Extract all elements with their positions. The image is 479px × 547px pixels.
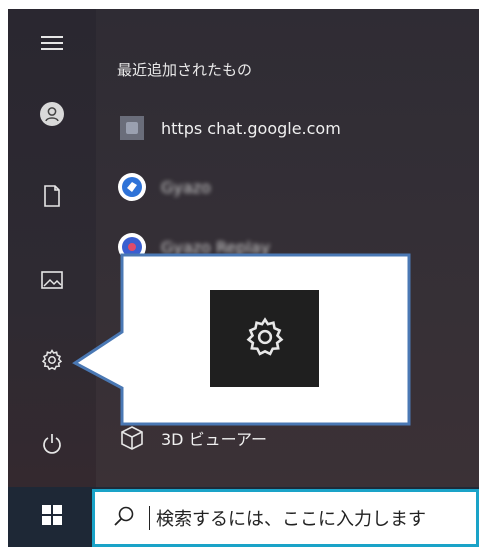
search-icon — [113, 505, 135, 531]
search-placeholder: 検索するには、ここに入力します — [156, 509, 426, 530]
windows-logo-icon — [42, 505, 62, 529]
start-button[interactable] — [8, 487, 96, 547]
callout-balloon — [72, 253, 411, 426]
gear-icon — [243, 315, 287, 363]
zoomed-settings — [210, 290, 319, 387]
text-caret — [149, 506, 150, 530]
search-input[interactable]: 検索するには、ここに入力します — [92, 489, 479, 547]
